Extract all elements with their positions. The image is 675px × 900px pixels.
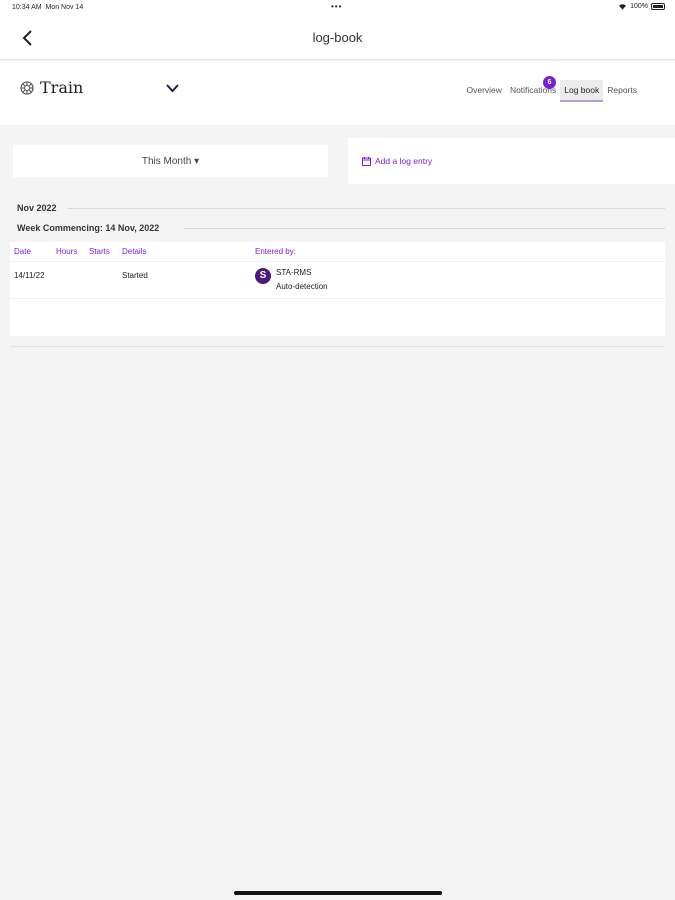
divider bbox=[68, 208, 665, 209]
tab-overview[interactable]: Overview bbox=[463, 80, 506, 102]
row-date: 14/11/22 bbox=[14, 271, 45, 280]
row-details: Started bbox=[122, 271, 148, 280]
row-divider bbox=[10, 298, 665, 299]
calendar-icon bbox=[362, 156, 371, 166]
month-filter-dropdown[interactable]: This Month ▾ bbox=[13, 145, 328, 177]
asset-selector[interactable]: Train bbox=[20, 78, 83, 97]
chevron-down-icon[interactable] bbox=[166, 84, 179, 93]
row-entered-by: STA-RMS bbox=[276, 268, 312, 277]
status-right: 100% bbox=[618, 3, 665, 10]
column-header-date: Date bbox=[14, 247, 31, 256]
week-heading: Week Commencing: 14 Nov, 2022 bbox=[17, 223, 160, 233]
column-header-details: Details bbox=[122, 247, 147, 256]
row-source: Auto-detection bbox=[276, 282, 328, 291]
asset-name: Train bbox=[40, 78, 84, 97]
column-header-hours: Hours bbox=[56, 247, 78, 256]
navigation-bar: log-book bbox=[0, 16, 675, 60]
add-log-entry-label: Add a log entry bbox=[375, 156, 433, 166]
notifications-badge: 6 bbox=[543, 76, 556, 89]
add-log-entry-button[interactable]: Add a log entry bbox=[348, 138, 675, 184]
column-header-starts: Starts bbox=[89, 247, 110, 256]
wifi-icon bbox=[619, 4, 627, 10]
battery-percent: 100% bbox=[630, 3, 648, 10]
divider bbox=[184, 228, 665, 229]
avatar: S bbox=[255, 268, 271, 284]
header-divider bbox=[10, 261, 665, 262]
gear-icon bbox=[20, 80, 34, 95]
tab-log-book[interactable]: Log book bbox=[560, 80, 604, 102]
column-header-entered-by: Entered by: bbox=[255, 247, 296, 256]
home-indicator[interactable] bbox=[234, 891, 442, 895]
divider bbox=[10, 346, 665, 347]
page-title: log-book bbox=[312, 30, 363, 45]
status-time: 10:34 AM Mon Nov 14 bbox=[12, 4, 84, 11]
tab-reports[interactable]: Reports bbox=[603, 80, 641, 102]
log-table: Date Hours Starts Details Entered by: 14… bbox=[10, 242, 665, 336]
month-heading: Nov 2022 bbox=[17, 203, 57, 213]
battery-icon bbox=[651, 3, 665, 10]
multitasking-dots[interactable]: ••• bbox=[331, 2, 342, 11]
status-bar: 10:34 AM Mon Nov 14 ••• 100% bbox=[0, 0, 675, 16]
